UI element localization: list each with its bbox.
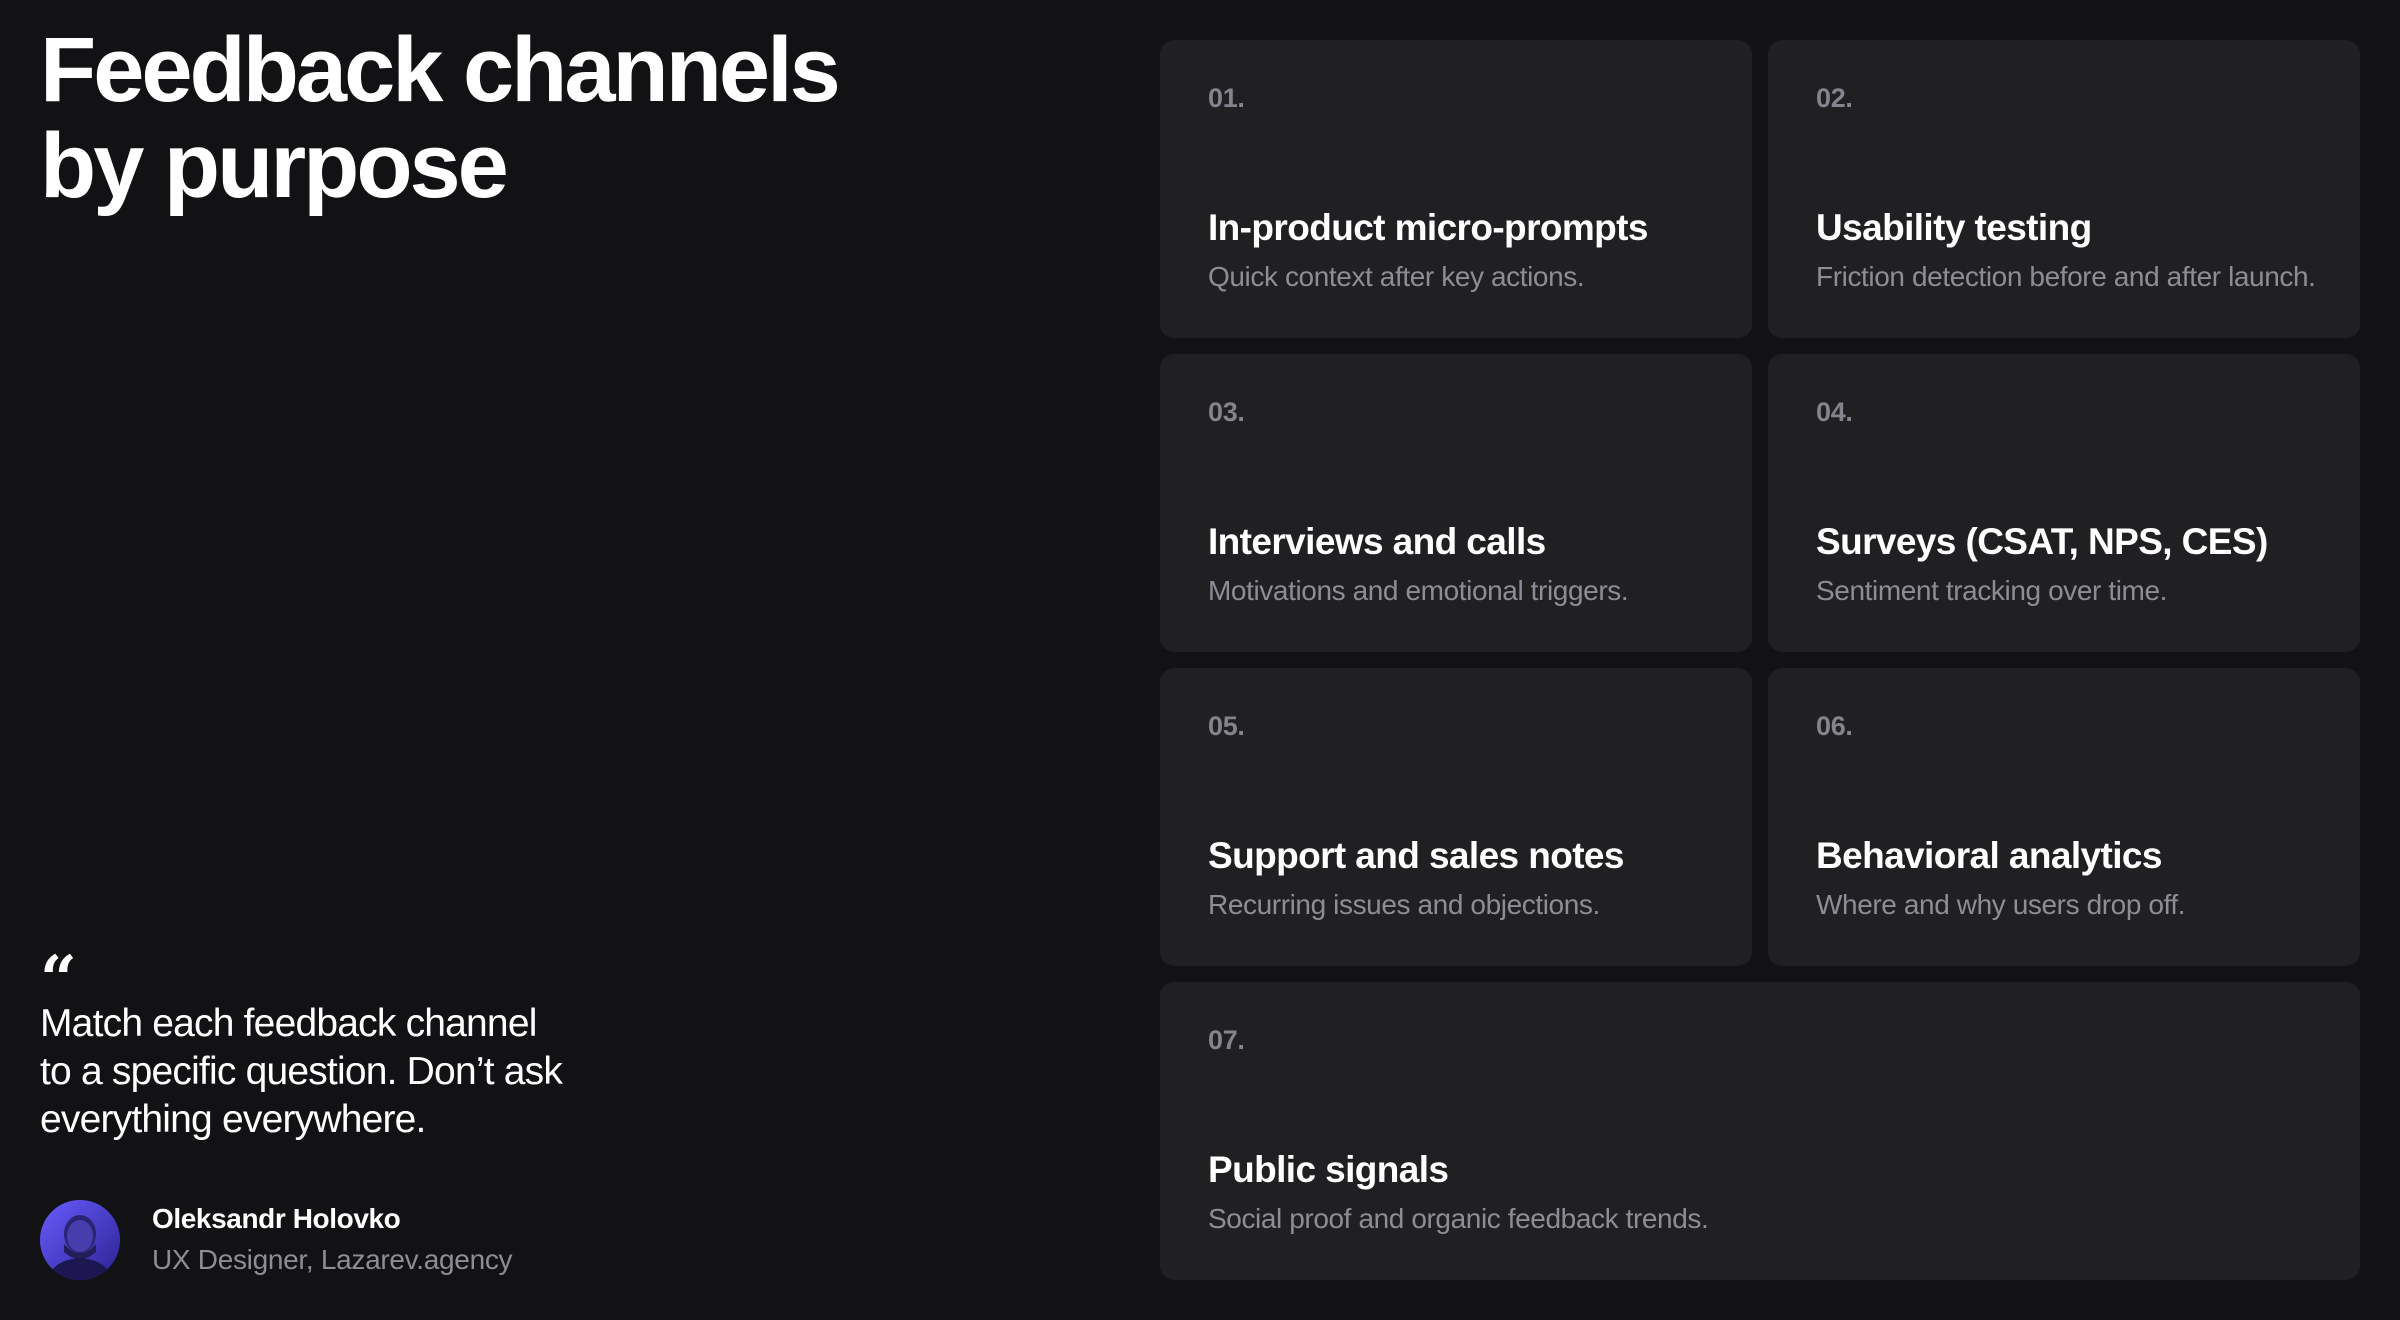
page-title-line-1: Feedback channels [40, 19, 841, 121]
author-name: Oleksandr Holovko [152, 1203, 401, 1234]
page-title-line-2: by purpose [40, 115, 509, 217]
card-number: 04. [1816, 397, 1853, 427]
card-number: 03. [1208, 397, 1245, 427]
card-description: Where and why users drop off. [1816, 889, 2186, 920]
card-title: Behavioral analytics [1816, 835, 2162, 876]
card-title: In-product micro-prompts [1208, 207, 1648, 248]
card-title: Public signals [1208, 1149, 1449, 1190]
card-number: 01. [1208, 83, 1245, 113]
card-title: Surveys (CSAT, NPS, CES) [1816, 521, 2268, 562]
card-description: Social proof and organic feedback trends… [1208, 1203, 1709, 1234]
channel-card-01: 01. In-product micro-prompts Quick conte… [1160, 40, 1752, 338]
author-role: UX Designer, Lazarev.agency [152, 1244, 513, 1275]
card-title: Support and sales notes [1208, 835, 1625, 876]
card-description: Recurring issues and objections. [1208, 889, 1600, 920]
card-description: Quick context after key actions. [1208, 261, 1585, 292]
channel-card-05: 05. Support and sales notes Recurring is… [1160, 668, 1752, 966]
card-title: Usability testing [1816, 207, 2092, 248]
channel-card-06: 06. Behavioral analytics Where and why u… [1768, 668, 2360, 966]
card-title: Interviews and calls [1208, 521, 1546, 562]
channel-card-02: 02. Usability testing Friction detection… [1768, 40, 2360, 338]
card-number: 06. [1816, 711, 1853, 741]
quote-line-2: to a specific question. Don’t ask [40, 1050, 563, 1093]
avatar [40, 1200, 120, 1280]
quote-text: Match each feedback channel to a specifi… [40, 1000, 563, 1144]
page-title: Feedback channels by purpose [40, 22, 1020, 214]
person-avatar-icon [40, 1200, 120, 1280]
card-description: Motivations and emotional triggers. [1208, 575, 1629, 606]
card-number: 02. [1816, 83, 1853, 113]
feedback-channels-grid: 01. In-product micro-prompts Quick conte… [1160, 40, 2360, 1280]
quote-line-3: everything everywhere. [40, 1098, 426, 1141]
card-number: 05. [1208, 711, 1245, 741]
card-number: 07. [1208, 1025, 1245, 1055]
channel-card-03: 03. Interviews and calls Motivations and… [1160, 354, 1752, 652]
quote-line-1: Match each feedback channel [40, 1002, 537, 1045]
card-description: Sentiment tracking over time. [1816, 575, 2167, 606]
channel-card-04: 04. Surveys (CSAT, NPS, CES) Sentiment t… [1768, 354, 2360, 652]
channel-card-07: 07. Public signals Social proof and orga… [1160, 982, 2360, 1280]
card-description: Friction detection before and after laun… [1816, 261, 2316, 292]
